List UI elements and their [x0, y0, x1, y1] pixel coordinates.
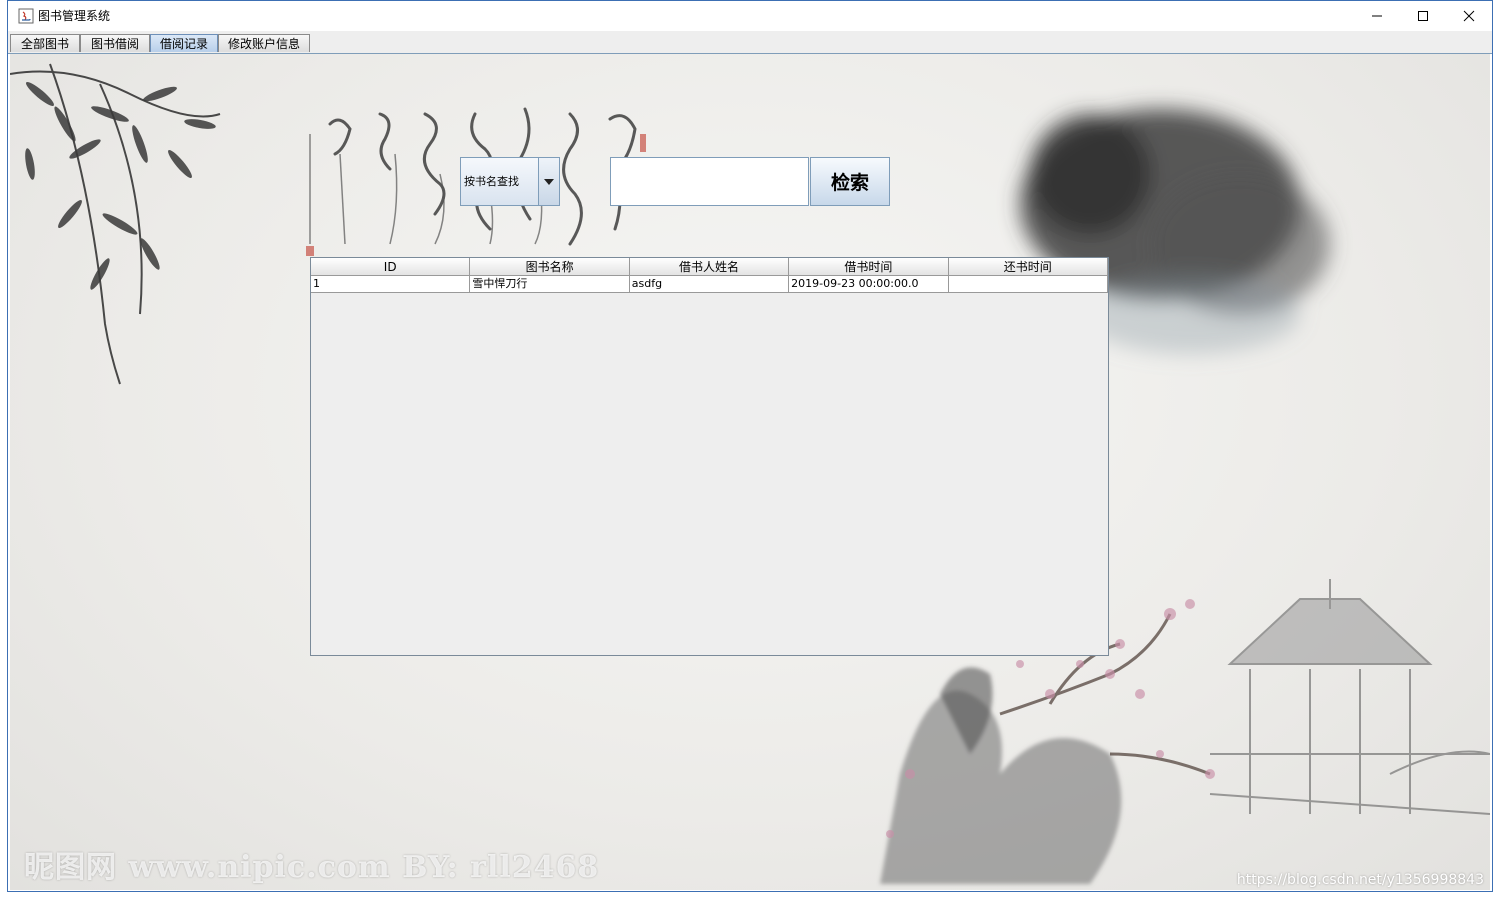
column-header-borrow-time[interactable]: 借书时间 [789, 258, 949, 276]
cell-borrow-time[interactable]: 2019-09-23 00:00:00.0 [789, 276, 949, 293]
cell-borrower-name[interactable]: asdfg [629, 276, 790, 293]
tab-borrow-records[interactable]: 借阅记录 [150, 34, 218, 52]
search-button[interactable]: 检索 [810, 157, 890, 206]
tab-all-books[interactable]: 全部图书 [10, 34, 80, 52]
tab-edit-account[interactable]: 修改账户信息 [218, 34, 310, 52]
blog-url-watermark: https://blog.csdn.net/y1356998843 [1236, 872, 1484, 888]
title-bar[interactable]: 图书管理系统 [8, 1, 1492, 31]
column-header-borrower-name[interactable]: 借书人姓名 [629, 258, 790, 276]
app-window: 图书管理系统 全部图书 图书借阅 借阅记录 修改账户信息 按书名查找 检索 ID… [7, 0, 1493, 892]
dropdown-arrow-button[interactable] [538, 158, 559, 205]
image-watermark: 昵图网 www.nipic.com BY: rll2468 [24, 850, 600, 885]
maximize-icon [1418, 11, 1428, 21]
tab-bar: 全部图书 图书借阅 借阅记录 修改账户信息 [8, 31, 1492, 54]
search-mode-value: 按书名查找 [464, 175, 519, 188]
column-header-book-name[interactable]: 图书名称 [470, 258, 630, 276]
tab-borrow-books[interactable]: 图书借阅 [80, 34, 150, 52]
chevron-down-icon [544, 178, 554, 185]
search-input[interactable] [610, 157, 809, 206]
cell-book-name[interactable]: 雪中悍刀行 [470, 276, 630, 293]
search-mode-select[interactable]: 按书名查找 [460, 157, 560, 206]
column-header-id[interactable]: ID [311, 258, 471, 276]
table-row[interactable]: 1 雪中悍刀行 asdfg 2019-09-23 00:00:00.0 [311, 276, 1108, 293]
close-button[interactable] [1446, 1, 1492, 31]
maximize-button[interactable] [1400, 1, 1446, 31]
window-title: 图书管理系统 [38, 9, 111, 23]
minimize-icon [1372, 15, 1382, 17]
close-icon [1463, 10, 1475, 22]
minimize-button[interactable] [1354, 1, 1400, 31]
borrow-records-table[interactable]: ID 图书名称 借书人姓名 借书时间 还书时间 1 雪中悍刀行 asdfg 20… [310, 257, 1109, 656]
cell-id[interactable]: 1 [311, 276, 471, 293]
borrow-records-panel: 按书名查找 检索 ID 图书名称 借书人姓名 借书时间 还书时间 1 雪中悍刀行… [10, 54, 1490, 890]
column-header-return-time[interactable]: 还书时间 [948, 258, 1108, 276]
table-header: ID 图书名称 借书人姓名 借书时间 还书时间 [311, 258, 1108, 276]
java-app-icon [18, 8, 34, 24]
cell-return-time[interactable] [948, 276, 1108, 293]
